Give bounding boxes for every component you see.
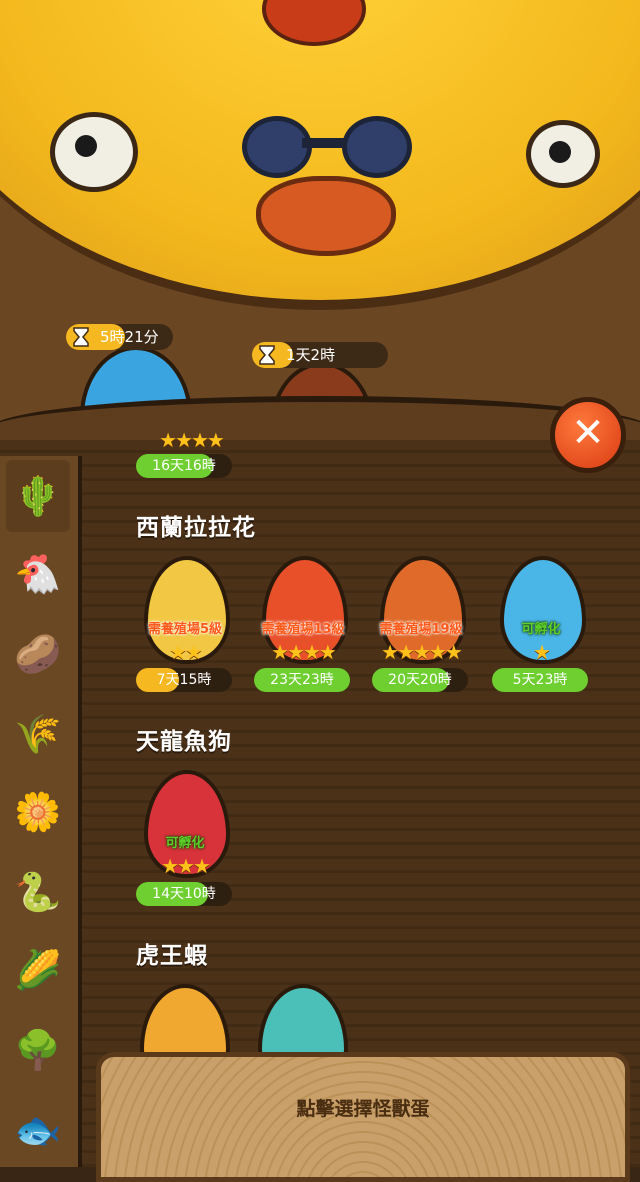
- egg-card[interactable]: 需養殖場19級 ★★★★★ 20天20時: [366, 556, 476, 696]
- close-icon: ✕: [571, 410, 605, 456]
- left-eye: [50, 112, 138, 192]
- egg-stars: ★★: [169, 640, 203, 664]
- corn-monster-icon: 🌽: [14, 947, 62, 992]
- egg-requirement: 可孵化: [521, 622, 561, 637]
- select-egg-prompt: 點擊選擇怪獸蛋: [296, 1098, 430, 1120]
- section-title: 虎王蝦: [136, 943, 208, 969]
- hatch-time: 16天16時: [136, 454, 232, 478]
- sidebar-wheat-monster[interactable]: 🌾: [6, 698, 70, 770]
- sidebar-snake-monster[interactable]: 🐍: [6, 856, 70, 928]
- snake-monster-icon: 🐍: [14, 869, 62, 914]
- hatch-time: 7天15時: [136, 668, 232, 692]
- egg-card[interactable]: 需養殖場5級 ★★ 7天15時: [130, 556, 240, 696]
- egg-card[interactable]: 需養殖場13級 ★★★★ 23天23時: [248, 556, 358, 696]
- hatchery-scene: 5時21分 1天2時: [0, 0, 640, 440]
- wheat-monster-icon: 🌾: [14, 711, 62, 756]
- goggles: [232, 116, 412, 178]
- sidebar-cactus-monster[interactable]: 🌵: [6, 460, 70, 532]
- section-title: 西蘭拉拉花: [136, 515, 256, 541]
- section-title: 天龍魚狗: [136, 729, 232, 755]
- incubation-timer: 5時21分: [66, 324, 173, 350]
- hatch-time: 5天23時: [492, 668, 588, 692]
- timer-text: 5時21分: [100, 328, 159, 346]
- egg-card[interactable]: 可孵化 ★★★ 14天10時: [130, 770, 240, 910]
- cactus-monster-icon: 🌵: [14, 473, 62, 518]
- right-eye: [526, 120, 600, 188]
- egg-stars: ★: [533, 640, 551, 664]
- sidebar-chicken-monster[interactable]: 🐔: [6, 538, 70, 610]
- egg-requirement: 可孵化: [165, 836, 205, 851]
- partial-egg-row: ★★★★ 16天16時: [136, 428, 246, 478]
- hatch-time: 14天10時: [136, 882, 232, 906]
- duck-beak: [256, 176, 396, 256]
- hatch-time: 23天23時: [254, 668, 350, 692]
- incubation-timer: 1天2時: [252, 342, 388, 368]
- egg-card[interactable]: 可孵化 ★ 5天23時: [486, 556, 596, 696]
- close-button[interactable]: ✕: [550, 397, 626, 473]
- sidebar-scarecrow-monster[interactable]: 🥔: [6, 618, 70, 690]
- dandelion-monster-icon: 🌼: [14, 789, 62, 834]
- sidebar-fish-monster[interactable]: 🐟: [6, 1094, 70, 1166]
- hatch-time: 20天20時: [372, 668, 468, 692]
- timer-text: 1天2時: [286, 346, 336, 364]
- tree-monster-icon: 🌳: [14, 1027, 62, 1072]
- egg-stars: ★★★★: [159, 428, 225, 452]
- hourglass-icon: [73, 327, 89, 347]
- egg-stars: ★★★★: [271, 640, 337, 664]
- egg-stars: ★★★: [161, 854, 211, 878]
- sidebar-tree-monster[interactable]: 🌳: [6, 1014, 70, 1086]
- fish-monster-icon: 🐟: [14, 1107, 62, 1152]
- hourglass-icon: [259, 345, 275, 365]
- sidebar-corn-monster[interactable]: 🌽: [6, 934, 70, 1006]
- scarecrow-monster-icon: 🥔: [14, 631, 62, 676]
- egg-requirement: 需養殖場5級: [147, 622, 223, 637]
- egg-requirement: 需養殖場19級: [379, 622, 463, 637]
- chicken-monster-icon: 🐔: [14, 551, 62, 596]
- egg-stars: ★★★★★: [381, 640, 463, 664]
- sidebar-dandelion-monster[interactable]: 🌼: [6, 776, 70, 848]
- egg-requirement: 需養殖場13級: [261, 622, 345, 637]
